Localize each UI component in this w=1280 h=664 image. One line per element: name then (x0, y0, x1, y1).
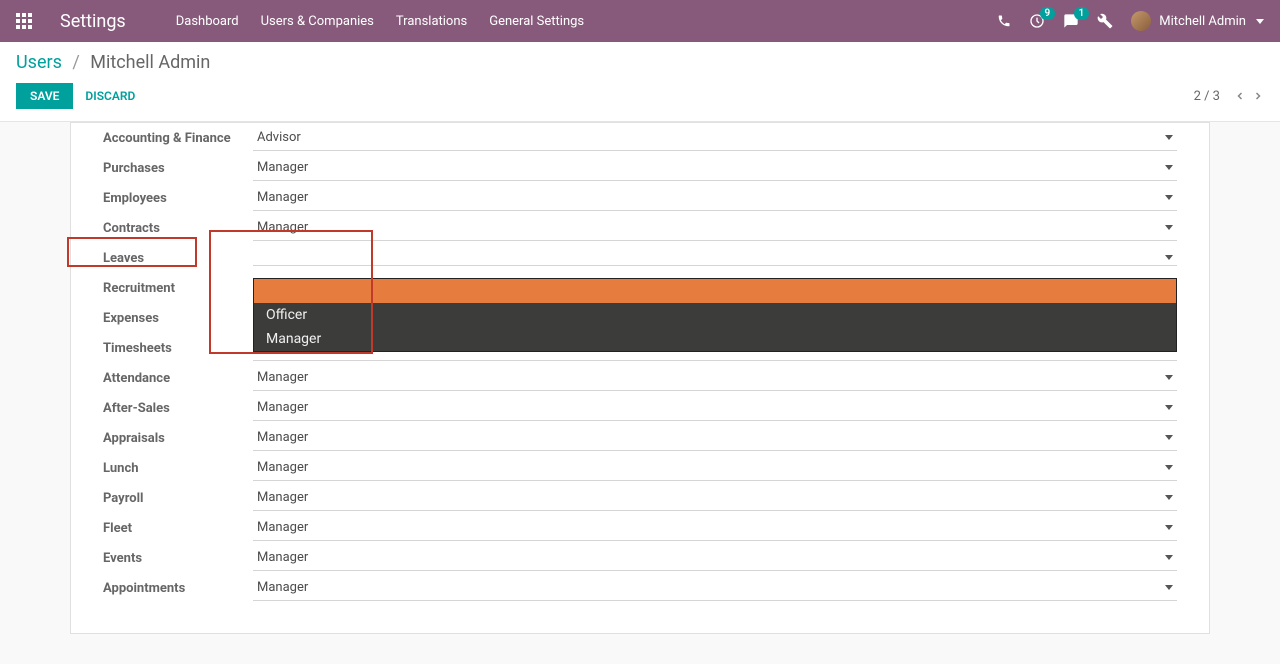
nav-general-settings[interactable]: General Settings (489, 14, 584, 29)
select-accounting[interactable]: Advisor (253, 125, 1177, 151)
discard-button[interactable]: DISCARD (85, 89, 135, 103)
select-contracts[interactable]: Manager (253, 215, 1177, 241)
leaves-dropdown: Officer Manager (253, 278, 1177, 352)
chevron-down-icon (1165, 255, 1173, 260)
row-lunch: Lunch Manager (103, 453, 1177, 483)
chevron-down-icon (1165, 465, 1173, 470)
label-attendance: Attendance (103, 365, 253, 392)
chevron-down-icon (1165, 165, 1173, 170)
select-fleet[interactable]: Manager (253, 515, 1177, 541)
phone-icon[interactable] (997, 14, 1011, 28)
label-after-sales: After-Sales (103, 395, 253, 422)
avatar (1131, 11, 1151, 31)
label-leaves: Leaves (103, 245, 253, 272)
chevron-down-icon (1165, 525, 1173, 530)
row-leaves: Leaves Officer Manager (103, 243, 1177, 273)
chevron-down-icon (1165, 495, 1173, 500)
chevron-down-icon (1256, 19, 1264, 24)
top-navbar: Settings Dashboard Users & Companies Tra… (0, 0, 1280, 42)
label-timesheets: Timesheets (103, 335, 253, 362)
row-appointments: Appointments Manager (103, 573, 1177, 603)
breadcrumb: Users / Mitchell Admin (16, 52, 1264, 73)
row-employees: Employees Manager (103, 183, 1177, 213)
label-accounting: Accounting & Finance (103, 125, 253, 152)
row-accounting: Accounting & Finance Advisor (103, 123, 1177, 153)
pager-text: 2 / 3 (1194, 89, 1220, 104)
pager-next[interactable] (1252, 89, 1264, 103)
nav-menu: Dashboard Users & Companies Translations… (176, 14, 584, 29)
select-events[interactable]: Manager (253, 545, 1177, 571)
user-menu[interactable]: Mitchell Admin (1131, 11, 1264, 31)
nav-users-companies[interactable]: Users & Companies (261, 14, 374, 29)
row-fleet: Fleet Manager (103, 513, 1177, 543)
label-appointments: Appointments (103, 575, 253, 602)
messages-badge: 1 (1074, 7, 1090, 20)
select-payroll[interactable]: Manager (253, 485, 1177, 511)
chevron-down-icon (1165, 585, 1173, 590)
messages-icon[interactable]: 1 (1063, 13, 1079, 29)
select-leaves[interactable] (253, 250, 1177, 266)
select-lunch[interactable]: Manager (253, 455, 1177, 481)
label-contracts: Contracts (103, 215, 253, 242)
label-purchases: Purchases (103, 155, 253, 182)
label-fleet: Fleet (103, 515, 253, 542)
select-employees[interactable]: Manager (253, 185, 1177, 211)
dropdown-option-officer[interactable]: Officer (254, 303, 1176, 327)
breadcrumb-root[interactable]: Users (16, 52, 62, 73)
chevron-down-icon (1165, 135, 1173, 140)
chevron-down-icon (1165, 555, 1173, 560)
activity-badge: 9 (1040, 7, 1056, 20)
chevron-down-icon (1165, 225, 1173, 230)
chevron-down-icon (1165, 375, 1173, 380)
select-purchases[interactable]: Manager (253, 155, 1177, 181)
nav-dashboard[interactable]: Dashboard (176, 14, 239, 29)
user-name-label: Mitchell Admin (1159, 14, 1246, 29)
label-payroll: Payroll (103, 485, 253, 512)
row-payroll: Payroll Manager (103, 483, 1177, 513)
select-after-sales[interactable]: Manager (253, 395, 1177, 421)
select-appraisals[interactable]: Manager (253, 425, 1177, 451)
app-title: Settings (60, 11, 126, 32)
row-events: Events Manager (103, 543, 1177, 573)
control-panel: Users / Mitchell Admin SAVE DISCARD 2 / … (0, 42, 1280, 122)
chevron-down-icon (1165, 405, 1173, 410)
select-appointments[interactable]: Manager (253, 575, 1177, 601)
label-recruitment: Recruitment (103, 275, 253, 302)
label-lunch: Lunch (103, 455, 253, 482)
dropdown-option-manager[interactable]: Manager (254, 327, 1176, 351)
row-attendance: Attendance Manager (103, 363, 1177, 393)
apps-icon[interactable] (16, 13, 32, 29)
row-contracts: Contracts Manager (103, 213, 1177, 243)
select-attendance[interactable]: Manager (253, 365, 1177, 391)
label-employees: Employees (103, 185, 253, 212)
label-appraisals: Appraisals (103, 425, 253, 452)
chevron-down-icon (1165, 195, 1173, 200)
activity-icon[interactable]: 9 (1029, 13, 1045, 29)
chevron-down-icon (1165, 435, 1173, 440)
form-sheet: Accounting & Finance Advisor Purchases M… (70, 122, 1210, 634)
label-expenses: Expenses (103, 305, 253, 332)
dropdown-option-blank[interactable] (254, 279, 1176, 303)
pager-prev[interactable] (1234, 89, 1246, 103)
debug-icon[interactable] (1097, 13, 1113, 29)
breadcrumb-current: Mitchell Admin (90, 52, 210, 73)
row-purchases: Purchases Manager (103, 153, 1177, 183)
row-appraisals: Appraisals Manager (103, 423, 1177, 453)
row-after-sales: After-Sales Manager (103, 393, 1177, 423)
label-events: Events (103, 545, 253, 572)
save-button[interactable]: SAVE (16, 83, 73, 109)
nav-translations[interactable]: Translations (396, 14, 467, 29)
